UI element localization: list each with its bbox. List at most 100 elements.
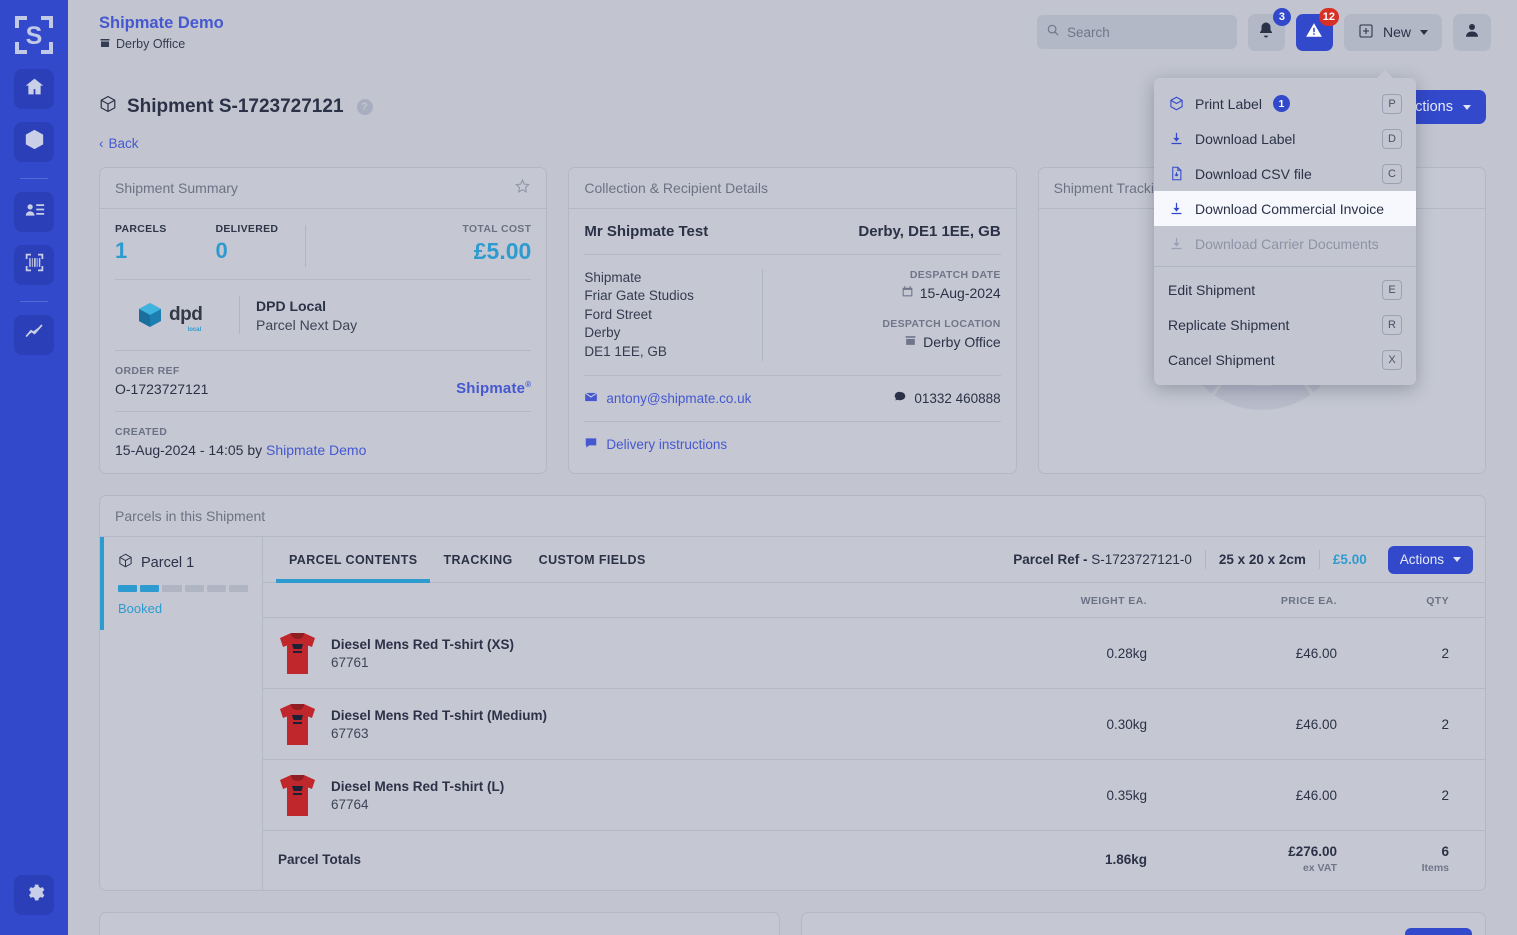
shipment-summary-header: Shipment Summary — [100, 168, 547, 209]
sidebar-divider — [20, 178, 48, 179]
address-line: Ford Street — [584, 306, 652, 322]
sidebar-item-home[interactable] — [14, 69, 54, 109]
recipient-card-body: Mr Shipmate Test Derby, DE1 1EE, GB Ship… — [569, 209, 1015, 468]
menu-item-print-label[interactable]: Print Label 1 P — [1154, 86, 1416, 121]
actions-dropdown-menu: Print Label 1 P Download Label D Downloa… — [1154, 70, 1416, 385]
sidebar-item-reports[interactable] — [14, 315, 54, 355]
progress-segment — [118, 585, 138, 592]
sidebar-item-settings[interactable] — [14, 875, 54, 915]
item-qty: 2 — [1365, 759, 1485, 831]
recipient-email[interactable]: antony@shipmate.co.uk — [584, 390, 751, 407]
menu-group-shipment: Edit Shipment E Replicate Shipment R Can… — [1154, 272, 1416, 385]
notifications-badge: 3 — [1272, 7, 1291, 26]
recipient-middle: Shipmate Friar Gate Studios Ford Street … — [584, 269, 1001, 362]
item-weight: 0.30kg — [975, 688, 1175, 760]
notifications-button[interactable]: 3 — [1247, 7, 1291, 51]
divider-2 — [584, 375, 1001, 377]
package-icon — [99, 95, 117, 119]
shipment-tracking-title: Shipment Tracking — [1053, 180, 1170, 196]
recipient-phone: 01332 460888 — [893, 390, 1001, 407]
search-input[interactable] — [1066, 24, 1244, 40]
item-weight: 0.35kg — [975, 759, 1175, 831]
menu-item-edit-shipment[interactable]: Edit Shipment E — [1154, 272, 1416, 307]
question-mark-icon[interactable]: ? — [356, 99, 373, 115]
calendar-icon — [901, 285, 914, 301]
created-label: CREATED — [115, 426, 168, 438]
divider — [115, 279, 532, 280]
file-download-icon — [1168, 166, 1184, 182]
col-item — [263, 583, 975, 618]
menu-item-download-csv[interactable]: Download CSV file C — [1154, 156, 1416, 191]
parcel-ref-value: S-1723727121-0 — [1091, 552, 1192, 567]
top-bar-actions: / 3 12 New — [1036, 7, 1491, 51]
search-box[interactable]: / — [1036, 15, 1257, 49]
delivery-instructions[interactable]: Delivery instructions — [584, 436, 1000, 453]
parcel-dimensions: 25 x 20 x 2cm — [1206, 552, 1319, 567]
despatch-date-value: 15-Aug-2024 — [831, 285, 1001, 301]
app-root: S Shipmate Demo Derby Office Search 3 12… — [0, 0, 1517, 935]
totals-qty-value: 6 — [1441, 844, 1449, 859]
tab-custom-fields[interactable]: CUSTOM FIELDS — [526, 537, 659, 583]
created-by-link[interactable]: Shipmate Demo — [266, 442, 366, 458]
account-brand[interactable]: Shipmate Demo Derby Office — [99, 13, 224, 52]
shipment-summary-body: PARCELS 1 DELIVERED 0 TOTAL COST £5.00 d… — [100, 209, 546, 473]
custom-fields-tabs: CUSTOM FIELDS MAPPINGS — [100, 913, 779, 935]
item-weight: 0.28kg — [975, 617, 1175, 689]
table-row[interactable]: Diesel Mens Red T-shirt (XS) 67761 0.28k… — [263, 617, 1485, 689]
sidebar-item-scan[interactable] — [14, 245, 54, 285]
tab-parcel-contents[interactable]: PARCEL CONTENTS — [276, 537, 431, 583]
item-sku: 67764 — [331, 796, 369, 812]
recipient-email-link[interactable]: antony@shipmate.co.uk — [606, 391, 751, 406]
alerts-button[interactable]: 12 — [1295, 7, 1339, 51]
menu-item-replicate-shipment[interactable]: Replicate Shipment R — [1154, 307, 1416, 342]
account-button[interactable] — [1453, 13, 1491, 51]
menu-item-label: Replicate Shipment — [1168, 316, 1290, 333]
recipient-card-title: Collection & Recipient Details — [584, 180, 768, 196]
table-row[interactable]: Diesel Mens Red T-shirt (L) 67764 0.35kg… — [263, 759, 1485, 831]
table-row[interactable]: Diesel Mens Red T-shirt (Medium) 67763 0… — [263, 688, 1485, 760]
star-outline-icon[interactable] — [514, 178, 531, 198]
account-name[interactable]: Shipmate Demo — [99, 13, 224, 33]
parcel-list-item[interactable]: Parcel 1 Booked — [100, 537, 262, 630]
delivery-costs-header: Delivery Costs Add — [802, 913, 1485, 935]
parcel-actions-button[interactable]: Actions — [1387, 545, 1473, 574]
stat-parcels-label: PARCELS — [115, 223, 167, 235]
print-label-badge: 1 — [1272, 95, 1290, 112]
menu-item-download-label[interactable]: Download Label D — [1154, 121, 1416, 156]
parcel-ref: Parcel Ref - S-1723727121-0 — [1000, 552, 1205, 567]
progress-segment — [184, 585, 204, 592]
svg-text:S: S — [26, 22, 43, 50]
totals-price: £276.00 ex VAT — [1175, 831, 1365, 891]
parcel-item-title: Parcel 1 — [118, 553, 248, 572]
sidebar-item-shipments[interactable] — [14, 122, 54, 162]
sidebar-item-contacts[interactable] — [14, 192, 54, 232]
new-button-label: New — [1382, 24, 1411, 40]
recipient-divider — [761, 269, 763, 362]
item-cell: Diesel Mens Red T-shirt (L) 67764 — [263, 759, 975, 831]
add-cost-button[interactable]: Add — [1404, 927, 1472, 935]
despatch-location: DESPATCH LOCATION Derby Office — [831, 318, 1000, 350]
divider-3 — [584, 421, 1001, 423]
address-line: Derby — [584, 325, 621, 341]
chevron-down-icon — [1463, 104, 1471, 110]
item-sku: 67761 — [331, 654, 369, 670]
tab-mappings[interactable]: MAPPINGS — [246, 913, 342, 935]
item-price: £46.00 — [1175, 759, 1365, 831]
despatch-date: DESPATCH DATE 15-Aug-2024 — [831, 269, 1001, 301]
menu-divider — [1154, 266, 1416, 267]
menu-item-download-commercial-invoice[interactable]: Download Commercial Invoice — [1154, 191, 1416, 226]
menu-item-cancel-shipment[interactable]: Cancel Shipment X — [1154, 342, 1416, 377]
tab-tracking[interactable]: TRACKING — [430, 537, 525, 583]
chevron-left-icon: ‹ — [99, 136, 104, 151]
shipmate-s-logo-icon[interactable]: S — [13, 14, 55, 56]
menu-group-documents: Print Label 1 P Download Label D Downloa… — [1154, 78, 1416, 261]
address-line: Shipmate — [584, 270, 642, 285]
dpd-wordmark: dpd local — [169, 304, 203, 333]
delivery-instructions-link[interactable]: Delivery instructions — [606, 437, 727, 452]
parcels-card: Parcels in this Shipment Parcel 1 Booked… — [99, 495, 1486, 891]
progress-segment — [162, 585, 182, 592]
tab-custom-fields[interactable]: CUSTOM FIELDS — [113, 913, 246, 935]
created-value: 15-Aug-2024 - 14:05 by Shipmate Demo — [115, 442, 531, 458]
new-button[interactable]: New — [1343, 13, 1442, 51]
warning-triangle-icon — [1305, 21, 1323, 44]
